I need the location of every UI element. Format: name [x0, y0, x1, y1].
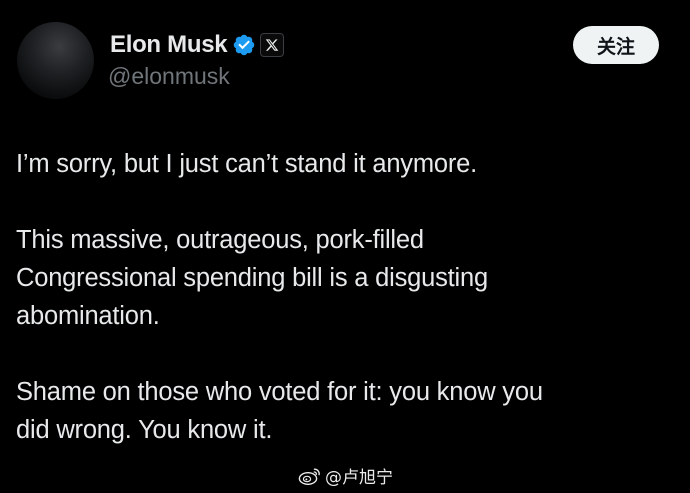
tweet-line: This massive, outrageous, pork-filled — [16, 226, 424, 254]
tweet-line: Shame on those who voted for it: you kno… — [16, 378, 543, 406]
tweet-text: I’m sorry, but I just can’t stand it any… — [16, 145, 676, 449]
verified-badge-icon — [232, 33, 256, 57]
tweet-paragraph: I’m sorry, but I just can’t stand it any… — [16, 145, 676, 183]
display-name[interactable]: Elon Musk — [110, 31, 228, 59]
watermark-text: @卢旭宁 — [325, 468, 393, 488]
weibo-logo-icon — [298, 467, 320, 485]
profile-name-row: Elon Musk — [110, 29, 285, 61]
tweet-line: I’m sorry, but I just can’t stand it any… — [16, 150, 478, 178]
tweet-paragraph: This massive, outrageous, pork-filled Co… — [16, 221, 676, 335]
follow-button[interactable]: 关注 — [573, 26, 659, 64]
tweet-line: did wrong. You know it. — [16, 416, 273, 444]
tweet-paragraph: Shame on those who voted for it: you kno… — [16, 373, 676, 449]
handle[interactable]: @elonmusk — [108, 63, 230, 90]
x-logo-icon[interactable] — [260, 33, 285, 57]
tweet-line: Congressional spending bill is a disgust… — [16, 264, 488, 292]
tweet-line: abomination. — [16, 302, 160, 330]
avatar[interactable] — [17, 22, 94, 99]
weibo-watermark: @卢旭宁 — [298, 463, 393, 488]
